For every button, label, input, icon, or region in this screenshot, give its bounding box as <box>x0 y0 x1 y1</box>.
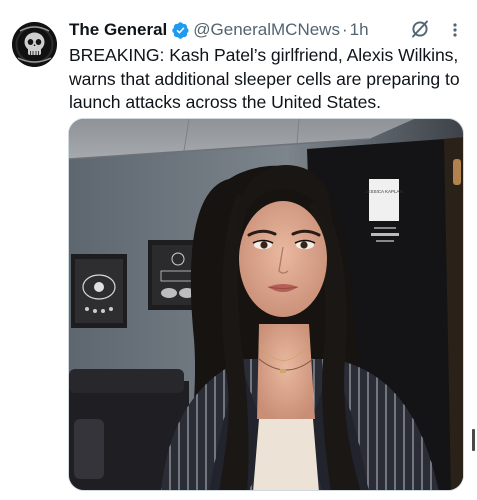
author-handle[interactable]: @GeneralMCNews <box>193 20 340 40</box>
tweet-text: BREAKING: Kash Patel’s girlfriend, Alexi… <box>69 45 460 112</box>
author-name[interactable]: The General <box>69 20 167 40</box>
tweet-photo[interactable]: JESSICA KAPLAN <box>68 118 464 491</box>
tweet-header: The General @GeneralMCNews · 1h <box>69 17 465 43</box>
header-separator: · <box>341 20 348 39</box>
door-sign: JESSICA KAPLAN <box>365 189 403 194</box>
grok-icon[interactable] <box>410 19 430 39</box>
verified-badge-icon <box>172 21 189 39</box>
scrollbar-thumb[interactable] <box>472 429 475 451</box>
tweet-timestamp[interactable]: 1h <box>350 20 369 40</box>
tweet[interactable]: The General @GeneralMCNews · 1h BREAKING… <box>0 0 477 500</box>
more-options-icon[interactable] <box>448 18 462 42</box>
avatar[interactable] <box>12 22 57 67</box>
